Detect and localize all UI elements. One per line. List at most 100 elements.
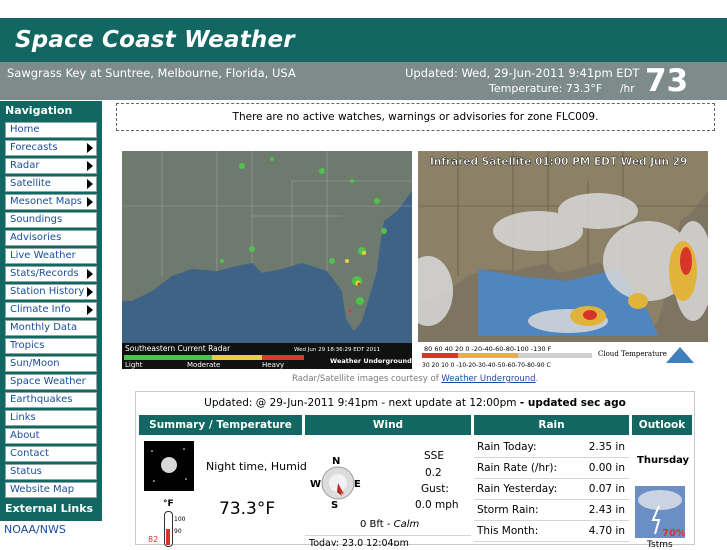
rain-label: Rain Today: <box>477 441 537 453</box>
compass-n: N <box>332 456 340 467</box>
sidebar-item-label: Tropics <box>10 340 45 351</box>
sidebar-item-status[interactable]: Status <box>5 464 97 480</box>
thermometer-tick-100: 100 <box>174 516 186 523</box>
sidebar-item-website-map[interactable]: Website Map <box>5 482 97 498</box>
sidebar-item-label: Links <box>10 412 36 423</box>
compass-e: E <box>354 479 361 490</box>
radar-map[interactable]: Southeastern Current Radar Wed Jun 29 18… <box>122 151 412 369</box>
sidebar-item-label: Advisories <box>10 232 62 243</box>
satellite-legend-label: Cloud Temperature <box>598 350 667 358</box>
rain-row: Rain Rate (/hr): 0.00 in <box>474 459 629 479</box>
rain-row: Rain Today: 2.35 in <box>474 438 629 458</box>
sidebar-item-about[interactable]: About <box>5 428 97 444</box>
sidebar-item-links[interactable]: Links <box>5 410 97 426</box>
sidebar-item-radar[interactable]: Radar <box>5 158 97 174</box>
outlook-caption: Tstms <box>647 540 673 550</box>
external-link-noaa[interactable]: NOAA/NWS <box>0 521 102 539</box>
updated-time: Updated: Wed, 29-Jun-2011 9:41pm EDT <box>405 66 640 80</box>
sidebar-item-satellite[interactable]: Satellite <box>5 176 97 192</box>
site-title[interactable]: Space Coast Weather <box>15 27 295 53</box>
satellite-title: Infrared Satellite 01:00 PM EDT Wed Jun … <box>430 156 687 168</box>
sidebar-item-label: Status <box>10 466 42 477</box>
col-rain: Rain <box>474 415 629 435</box>
thermometer-value: 82 <box>148 535 159 544</box>
sidebar-item-stats-records[interactable]: Stats/Records <box>5 266 97 282</box>
wind-speed: 0.2 <box>425 467 442 479</box>
wind-compass-icon: N S E W <box>310 452 365 511</box>
external-link-more[interactable] <box>0 539 102 545</box>
rain-value: 2.43 in <box>588 504 625 516</box>
thunderstorm-icon: 70% <box>635 486 686 539</box>
sidebar-item-label: Space Weather <box>10 376 86 387</box>
satellite-scale-f: 80 60 40 20 0 -20-40-60-80-100 -130 F <box>424 345 552 353</box>
sidebar-item-label: Stats/Records <box>10 268 79 279</box>
sidebar-item-label: Satellite <box>10 178 51 189</box>
rain-label: Rain Yesterday: <box>477 483 558 495</box>
conditions-updated: Updated: @ 29-Jun-2011 9:41pm - next upd… <box>136 397 694 409</box>
wind-beaufort: 0 Bft - Calm <box>360 519 419 530</box>
temperature-rate-unit: /hr <box>620 83 635 95</box>
radar-timestamp: Wed Jun 29 18:36:29 EDT 2011 <box>294 347 380 353</box>
radar-legend-moderate: Moderate <box>187 361 220 369</box>
thermometer-unit: °F <box>163 499 174 509</box>
submenu-arrow-icon <box>87 269 93 279</box>
sidebar-item-advisories[interactable]: Advisories <box>5 230 97 246</box>
radar-brand: Weather Underground <box>330 357 412 365</box>
image-credit: Radar/Satellite images courtesy of Weath… <box>292 374 538 384</box>
wind-beaufort-desc: Calm <box>393 519 420 530</box>
sidebar-item-label: Station History <box>10 286 85 297</box>
top-strip <box>0 0 727 18</box>
sidebar-item-label: Earthquakes <box>10 394 73 405</box>
sidebar-item-soundings[interactable]: Soundings <box>5 212 97 228</box>
radar-legend-light: Light <box>125 361 143 369</box>
sidebar-item-label: Monthly Data <box>10 322 78 333</box>
sidebar-item-monthly-data[interactable]: Monthly Data <box>5 320 97 336</box>
sidebar-item-label: About <box>10 430 40 441</box>
current-temperature: 73.3°F <box>219 499 276 519</box>
sidebar-item-label: Forecasts <box>10 142 58 153</box>
outlook-pop: 70% <box>662 528 685 538</box>
rain-label: Rain Rate (/hr): <box>477 462 558 474</box>
submenu-arrow-icon <box>87 161 93 171</box>
sidebar-item-space-weather[interactable]: Space Weather <box>5 374 97 390</box>
sidebar-item-mesonet-maps[interactable]: Mesonet Maps <box>5 194 97 210</box>
thermometer-tick-90: 90 <box>174 528 182 535</box>
submenu-arrow-icon <box>87 179 93 189</box>
night-moon-icon <box>144 441 194 491</box>
sidebar-item-earthquakes[interactable]: Earthquakes <box>5 392 97 408</box>
nav-heading: Navigation <box>5 104 73 117</box>
sidebar-item-home[interactable]: Home <box>5 122 97 138</box>
sidebar-item-label: Radar <box>10 160 40 171</box>
sidebar-item-live-weather[interactable]: Live Weather <box>5 248 97 264</box>
compass-s: S <box>331 500 338 510</box>
wind-gust: 0.0 mph <box>415 499 459 511</box>
sidebar-item-tropics[interactable]: Tropics <box>5 338 97 354</box>
sidebar: Navigation Home Forecasts Radar Satellite Me… <box>0 101 102 545</box>
rain-row: Storm Rain: 2.43 in <box>474 501 629 521</box>
compass-w: W <box>310 479 321 490</box>
rain-label: This Month: <box>477 525 539 537</box>
sidebar-item-forecasts[interactable]: Forecasts <box>5 140 97 156</box>
wind-gust-label: Gust: <box>421 483 449 495</box>
sidebar-item-label: Soundings <box>10 214 63 225</box>
satellite-map[interactable]: Infrared Satellite 01:00 PM EDT Wed Jun … <box>418 151 708 369</box>
sidebar-item-label: Climate Info <box>10 304 71 315</box>
sidebar-item-label: Live Weather <box>10 250 76 261</box>
wind-beaufort-value: 0 Bft - <box>360 519 391 530</box>
sidebar-item-climate-info[interactable]: Climate Info <box>5 302 97 318</box>
sidebar-item-contact[interactable]: Contact <box>5 446 97 462</box>
weather-underground-link[interactable]: Weather Underground <box>441 374 535 384</box>
conditions-summary: Night time, Humid <box>206 460 307 473</box>
advisory-banner: There are no active watches, warnings or… <box>116 103 715 131</box>
radar-title: Southeastern Current Radar <box>125 344 231 353</box>
submenu-arrow-icon <box>87 305 93 315</box>
conditions-updated-ago: - updated sec ago <box>519 397 626 409</box>
sidebar-item-station-history[interactable]: Station History <box>5 284 97 300</box>
sidebar-item-sun-moon[interactable]: Sun/Moon <box>5 356 97 372</box>
thermometer-icon: °F 100 90 82 <box>148 499 195 547</box>
rain-value: 4.70 in <box>588 525 625 537</box>
col-summary-temperature: Summary / Temperature <box>139 415 302 435</box>
rain-value: 0.07 in <box>588 483 625 495</box>
sidebar-item-label: Home <box>10 124 40 135</box>
rain-row: Rain Yesterday: 0.07 in <box>474 480 629 500</box>
